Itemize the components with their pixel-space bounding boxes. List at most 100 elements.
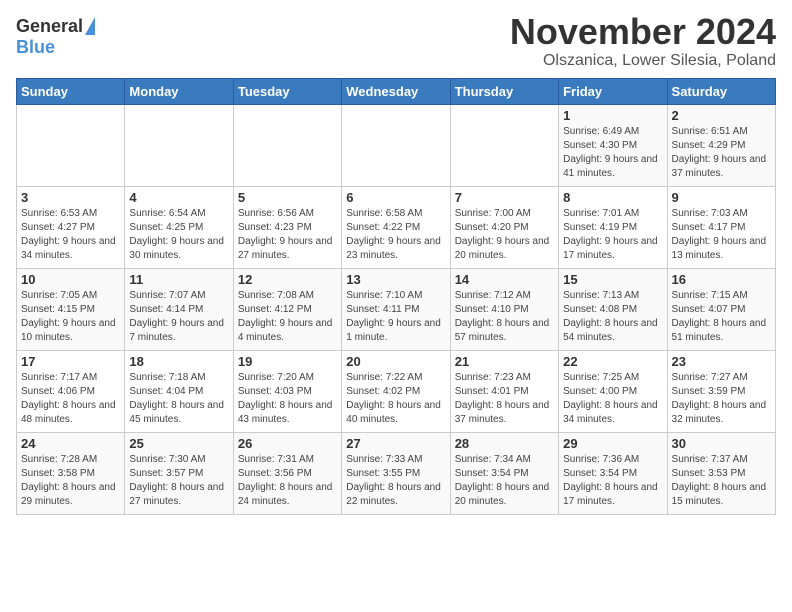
day-info: Sunrise: 7:20 AM Sunset: 4:03 PM Dayligh… — [238, 371, 337, 427]
day-number: 24 — [21, 436, 120, 451]
day-number: 25 — [129, 436, 228, 451]
calendar-cell: 17Sunrise: 7:17 AM Sunset: 4:06 PM Dayli… — [17, 350, 125, 432]
day-info: Sunrise: 6:54 AM Sunset: 4:25 PM Dayligh… — [129, 207, 228, 263]
day-number: 8 — [563, 190, 662, 205]
day-info: Sunrise: 7:33 AM Sunset: 3:55 PM Dayligh… — [346, 453, 445, 509]
calendar-cell: 21 Sunrise: 7:23 AM Sunset: 4:01 PM Dayli… — [450, 350, 558, 432]
header: General Blue November 2024 Olszanica, Lo… — [16, 12, 776, 70]
day-info: Sunrise: 7:28 AM Sunset: 3:58 PM Dayligh… — [21, 453, 120, 509]
calendar-cell: 20Sunrise: 7:22 AM Sunset: 4:02 PM Dayli… — [342, 350, 450, 432]
day-info: Sunrise: 7:01 AM Sunset: 4:19 PM Dayligh… — [563, 207, 662, 263]
calendar-cell: 29 Sunrise: 7:36 AM Sunset: 3:54 PM Dayli… — [559, 432, 667, 514]
header-day-tuesday: Tuesday — [233, 78, 341, 104]
calendar-cell: 9 Sunrise: 7:03 AM Sunset: 4:17 PM Daylig… — [667, 186, 775, 268]
header-day-saturday: Saturday — [667, 78, 775, 104]
day-info: Sunrise: 7:13 AM Sunset: 4:08 PM Dayligh… — [563, 289, 662, 345]
day-info: Sunrise: 6:58 AM Sunset: 4:22 PM Dayligh… — [346, 207, 445, 263]
day-info: Sunrise: 7:17 AM Sunset: 4:06 PM Dayligh… — [21, 371, 120, 427]
logo-general-text: General — [16, 16, 83, 37]
day-info: Sunrise: 6:51 AM Sunset: 4:29 PM Dayligh… — [672, 125, 771, 181]
calendar-cell: 10 Sunrise: 7:05 AM Sunset: 4:15 PM Dayli… — [17, 268, 125, 350]
calendar-week-5: 24 Sunrise: 7:28 AM Sunset: 3:58 PM Dayli… — [17, 432, 776, 514]
header-day-monday: Monday — [125, 78, 233, 104]
calendar-week-1: 1 Sunrise: 6:49 AM Sunset: 4:30 PM Daylig… — [17, 104, 776, 186]
day-info: Sunrise: 7:27 AM Sunset: 3:59 PM Dayligh… — [672, 371, 771, 427]
day-number: 23 — [672, 354, 771, 369]
calendar-week-4: 17Sunrise: 7:17 AM Sunset: 4:06 PM Dayli… — [17, 350, 776, 432]
day-number: 28 — [455, 436, 554, 451]
calendar-cell: 5Sunrise: 6:56 AM Sunset: 4:23 PM Daylig… — [233, 186, 341, 268]
calendar-cell: 23 Sunrise: 7:27 AM Sunset: 3:59 PM Dayli… — [667, 350, 775, 432]
day-number: 21 — [455, 354, 554, 369]
calendar-cell: 8 Sunrise: 7:01 AM Sunset: 4:19 PM Daylig… — [559, 186, 667, 268]
day-number: 12 — [238, 272, 337, 287]
calendar-cell: 25 Sunrise: 7:30 AM Sunset: 3:57 PM Dayli… — [125, 432, 233, 514]
header-day-wednesday: Wednesday — [342, 78, 450, 104]
calendar-week-3: 10 Sunrise: 7:05 AM Sunset: 4:15 PM Dayli… — [17, 268, 776, 350]
day-info: Sunrise: 7:23 AM Sunset: 4:01 PM Dayligh… — [455, 371, 554, 427]
day-info: Sunrise: 7:25 AM Sunset: 4:00 PM Dayligh… — [563, 371, 662, 427]
day-number: 13 — [346, 272, 445, 287]
day-number: 14 — [455, 272, 554, 287]
day-info: Sunrise: 6:53 AM Sunset: 4:27 PM Dayligh… — [21, 207, 120, 263]
day-number: 9 — [672, 190, 771, 205]
day-number: 5 — [238, 190, 337, 205]
day-info: Sunrise: 7:36 AM Sunset: 3:54 PM Dayligh… — [563, 453, 662, 509]
day-number: 3 — [21, 190, 120, 205]
day-number: 16 — [672, 272, 771, 287]
day-number: 22 — [563, 354, 662, 369]
calendar-cell: 19 Sunrise: 7:20 AM Sunset: 4:03 PM Dayli… — [233, 350, 341, 432]
day-info: Sunrise: 7:37 AM Sunset: 3:53 PM Dayligh… — [672, 453, 771, 509]
day-number: 18 — [129, 354, 228, 369]
day-number: 7 — [455, 190, 554, 205]
day-info: Sunrise: 7:34 AM Sunset: 3:54 PM Dayligh… — [455, 453, 554, 509]
day-number: 27 — [346, 436, 445, 451]
calendar-cell: 27 Sunrise: 7:33 AM Sunset: 3:55 PM Dayli… — [342, 432, 450, 514]
calendar-cell: 2Sunrise: 6:51 AM Sunset: 4:29 PM Daylig… — [667, 104, 775, 186]
logo-blue-text: Blue — [16, 37, 55, 58]
calendar-cell — [125, 104, 233, 186]
day-info: Sunrise: 6:49 AM Sunset: 4:30 PM Dayligh… — [563, 125, 662, 181]
header-day-sunday: Sunday — [17, 78, 125, 104]
day-info: Sunrise: 7:10 AM Sunset: 4:11 PM Dayligh… — [346, 289, 445, 345]
calendar-cell: 24 Sunrise: 7:28 AM Sunset: 3:58 PM Dayli… — [17, 432, 125, 514]
calendar-cell: 16Sunrise: 7:15 AM Sunset: 4:07 PM Dayli… — [667, 268, 775, 350]
day-info: Sunrise: 7:22 AM Sunset: 4:02 PM Dayligh… — [346, 371, 445, 427]
calendar-cell: 30 Sunrise: 7:37 AM Sunset: 3:53 PM Dayli… — [667, 432, 775, 514]
day-number: 29 — [563, 436, 662, 451]
calendar-week-2: 3 Sunrise: 6:53 AM Sunset: 4:27 PM Daylig… — [17, 186, 776, 268]
logo: General Blue — [16, 16, 95, 58]
calendar-cell: 26Sunrise: 7:31 AM Sunset: 3:56 PM Dayli… — [233, 432, 341, 514]
day-number: 1 — [563, 108, 662, 123]
day-info: Sunrise: 7:00 AM Sunset: 4:20 PM Dayligh… — [455, 207, 554, 263]
calendar-cell: 22 Sunrise: 7:25 AM Sunset: 4:00 PM Dayli… — [559, 350, 667, 432]
day-number: 11 — [129, 272, 228, 287]
calendar-cell — [342, 104, 450, 186]
day-info: Sunrise: 7:03 AM Sunset: 4:17 PM Dayligh… — [672, 207, 771, 263]
day-info: Sunrise: 7:18 AM Sunset: 4:04 PM Dayligh… — [129, 371, 228, 427]
day-number: 30 — [672, 436, 771, 451]
day-info: Sunrise: 7:12 AM Sunset: 4:10 PM Dayligh… — [455, 289, 554, 345]
calendar-header-row: SundayMondayTuesdayWednesdayThursdayFrid… — [17, 78, 776, 104]
title-block: November 2024 Olszanica, Lower Silesia, … — [510, 12, 776, 70]
calendar-cell — [233, 104, 341, 186]
day-number: 19 — [238, 354, 337, 369]
calendar-table: SundayMondayTuesdayWednesdayThursdayFrid… — [16, 78, 776, 515]
header-day-thursday: Thursday — [450, 78, 558, 104]
calendar-cell: 28 Sunrise: 7:34 AM Sunset: 3:54 PM Dayli… — [450, 432, 558, 514]
logo-triangle-icon — [85, 17, 95, 35]
day-number: 10 — [21, 272, 120, 287]
day-info: Sunrise: 7:30 AM Sunset: 3:57 PM Dayligh… — [129, 453, 228, 509]
calendar-cell: 13 Sunrise: 7:10 AM Sunset: 4:11 PM Dayli… — [342, 268, 450, 350]
calendar-cell: 15Sunrise: 7:13 AM Sunset: 4:08 PM Dayli… — [559, 268, 667, 350]
day-number: 4 — [129, 190, 228, 205]
day-info: Sunrise: 7:31 AM Sunset: 3:56 PM Dayligh… — [238, 453, 337, 509]
header-day-friday: Friday — [559, 78, 667, 104]
calendar-cell — [450, 104, 558, 186]
calendar-cell: 7 Sunrise: 7:00 AM Sunset: 4:20 PM Daylig… — [450, 186, 558, 268]
day-info: Sunrise: 7:05 AM Sunset: 4:15 PM Dayligh… — [21, 289, 120, 345]
calendar-cell: 1 Sunrise: 6:49 AM Sunset: 4:30 PM Daylig… — [559, 104, 667, 186]
calendar-cell: 3 Sunrise: 6:53 AM Sunset: 4:27 PM Daylig… — [17, 186, 125, 268]
calendar-cell: 11Sunrise: 7:07 AM Sunset: 4:14 PM Dayli… — [125, 268, 233, 350]
calendar-cell: 12Sunrise: 7:08 AM Sunset: 4:12 PM Dayli… — [233, 268, 341, 350]
